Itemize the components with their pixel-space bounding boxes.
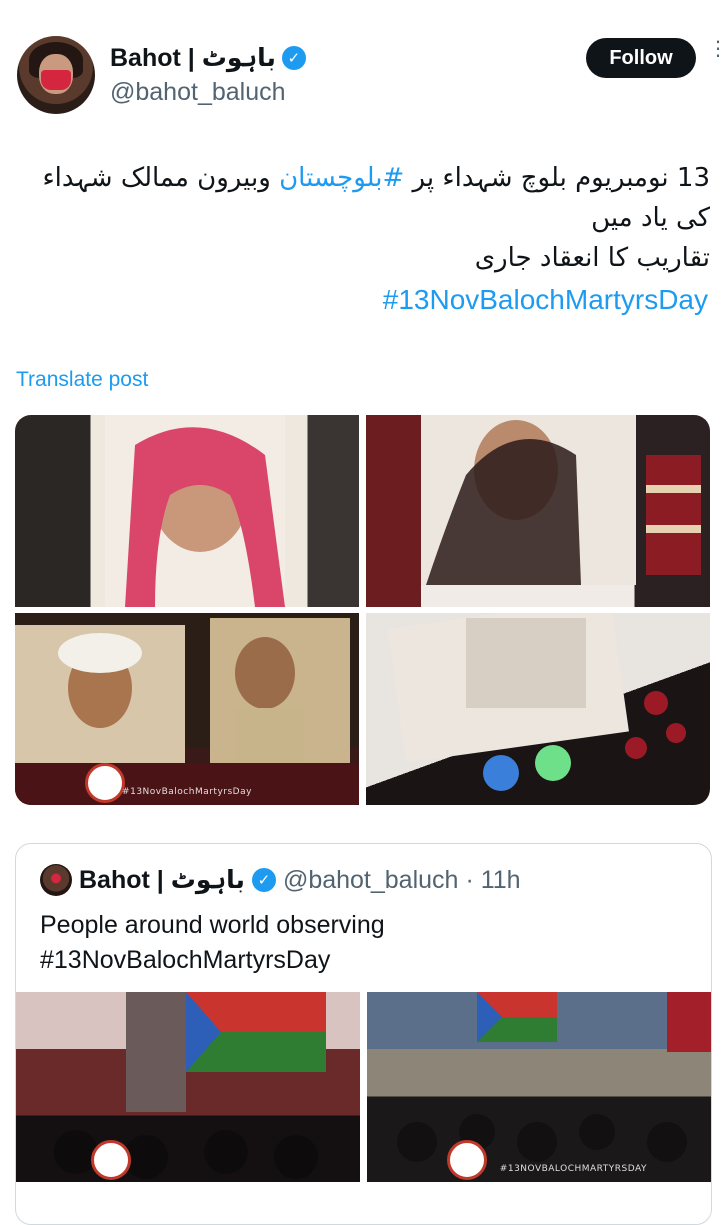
post-text-urdu: 13 نومبریوم بلوچ شہداء پر #بلوچستان وبیر…	[40, 158, 710, 278]
quoted-media-photo-1[interactable]	[16, 992, 360, 1182]
author-avatar[interactable]	[17, 36, 95, 114]
translate-post-link[interactable]: Translate post	[16, 368, 148, 392]
verified-icon: ✓	[281, 46, 306, 70]
follow-button[interactable]: Follow	[586, 38, 696, 78]
portrait-photo-icon	[15, 618, 359, 805]
quoted-post[interactable]: Bahot | باہوٹ ✓ @bahot_baluch · 11h Peop…	[15, 843, 712, 1225]
candle-photo-icon	[387, 613, 686, 791]
hashtag-link-balochistan[interactable]: #بلوچستان	[279, 163, 404, 193]
quoted-text: People around world observing #13NovBalo…	[40, 908, 680, 978]
quoted-media-caption: #13NOVBALOCHMARTYRSDAY	[499, 1164, 647, 1174]
media-photo-4[interactable]	[366, 613, 710, 805]
portrait-photo-icon	[421, 415, 701, 585]
quoted-hashtag: #13NovBalochMartyrsDay	[40, 946, 331, 974]
emblem-logo	[447, 1140, 487, 1180]
media-photo-1[interactable]	[15, 415, 359, 607]
gathering-photo-icon	[397, 992, 711, 1162]
media-photo-3[interactable]: #13NovBalochMartyrsDay	[15, 613, 359, 805]
more-options-icon[interactable]: ⋮	[708, 36, 725, 61]
media-photo-2[interactable]	[366, 415, 710, 607]
quoted-author-row: Bahot | باہوٹ ✓ @bahot_baluch · 11h	[40, 864, 521, 896]
author-name-row[interactable]: Bahot | باہوٹ ✓	[110, 42, 306, 74]
quoted-timestamp: · 11h	[465, 865, 521, 894]
quoted-text-line-1: People around world observing	[40, 911, 385, 939]
post-text-line-2: تقاریب کا انعقاد جاری	[474, 243, 710, 273]
emblem-logo	[91, 1140, 131, 1180]
media-grid: #13NovBalochMartyrsDay	[15, 415, 710, 805]
author-handle[interactable]: @bahot_baluch	[110, 78, 286, 107]
emblem-logo	[85, 763, 125, 803]
post-text-line-1-start: 13 نومبریوم بلوچ شہداء پر	[404, 163, 710, 193]
post-text-line-1: 13 نومبریوم بلوچ شہداء پر #بلوچستان وبیر…	[40, 158, 710, 238]
media-caption: #13NovBalochMartyrsDay	[122, 787, 252, 797]
verified-icon: ✓	[251, 868, 276, 892]
quoted-author-avatar	[40, 864, 72, 896]
gathering-photo-icon	[54, 992, 326, 1179]
quoted-handle: @bahot_baluch	[282, 865, 459, 894]
quoted-display-name: Bahot | باہوٹ	[79, 866, 245, 894]
portrait-photo-icon	[105, 415, 285, 607]
hashtag-link[interactable]: #13NovBalochMartyrsDay	[383, 284, 708, 316]
avatar-mask	[41, 70, 71, 90]
quoted-media-photo-2[interactable]: #13NOVBALOCHMARTYRSDAY	[367, 992, 711, 1182]
author-display-name[interactable]: Bahot | باہوٹ	[110, 43, 276, 73]
